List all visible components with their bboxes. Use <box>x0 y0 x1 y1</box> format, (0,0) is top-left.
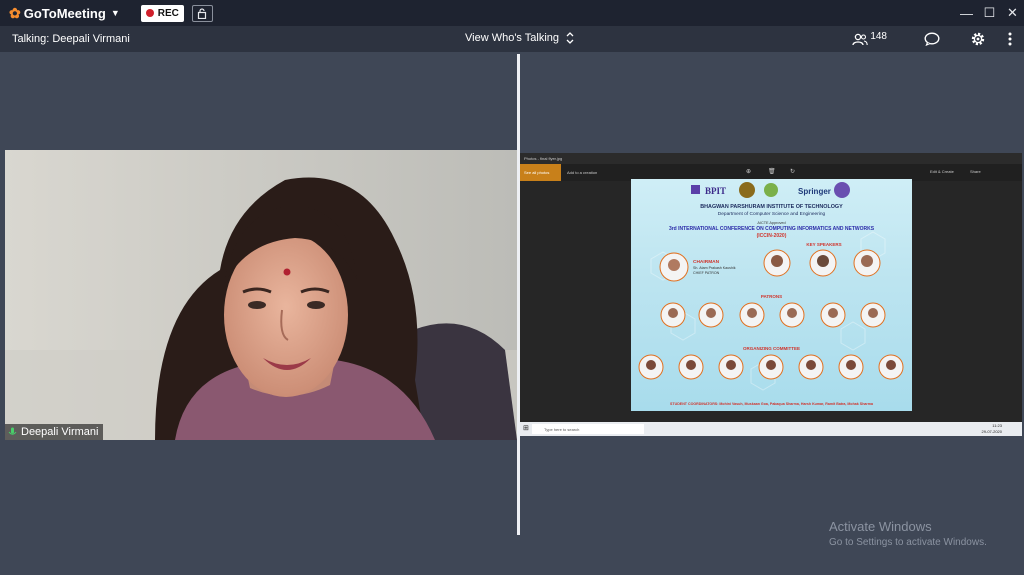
app-name: GoToMeeting <box>23 5 106 21</box>
flyer-acronym: (ICCIN-2020) <box>757 233 787 239</box>
flyer-publisher: Springer <box>798 187 831 196</box>
participant-name: Deepali Virmani <box>21 426 99 438</box>
window-controls: — ☐ ✕ <box>955 0 1024 26</box>
edit-create-button[interactable]: Edit & Create <box>930 169 954 174</box>
attendees-button[interactable]: 148 <box>852 30 887 46</box>
activate-windows-watermark: Activate Windows Go to Settings to activ… <box>829 519 987 548</box>
flyer-key-speakers: KEY SPEAKERS <box>806 242 841 247</box>
add-to-creation-button[interactable]: Add to a creation <box>567 170 597 175</box>
windows-taskbar: ⊞ Type here to search 11:23 29-07-2020 <box>520 422 1022 436</box>
record-dot-icon <box>145 9 154 17</box>
speaking-mic-icon <box>8 427 17 435</box>
maximize-icon[interactable]: ☐ <box>978 0 1001 26</box>
flyer-graphic: BPIT Springer BHAGWAN PARSHURAM INSTITUT… <box>638 182 904 406</box>
flyer-department: Department of Computer Science and Engin… <box>718 211 826 217</box>
people-icon <box>852 33 869 45</box>
title-bar: ✿ GoToMeeting ▼ REC — ☐ ✕ <box>0 0 1024 26</box>
flyer-brand: BPIT <box>705 186 726 196</box>
flyer-chairman: CHAIRMAN <box>693 259 720 265</box>
lock-icon <box>198 7 207 19</box>
more-vertical-icon <box>1008 32 1012 46</box>
conference-flyer: BPIT Springer BHAGWAN PARSHURAM INSTITUT… <box>631 179 912 411</box>
minimize-icon[interactable]: — <box>955 0 978 26</box>
flyer-student-coordinators: STUDENT COORDINATORS: Mohini Vasuh, Musk… <box>670 402 874 406</box>
view-whos-talking-dropdown[interactable]: View Who's Talking <box>465 32 574 44</box>
flyer-chief-patron: CHIEF PATRON <box>693 271 720 275</box>
view-whos-talking-label: View Who's Talking <box>465 32 560 44</box>
see-all-photos-button[interactable]: See all photos <box>520 164 561 181</box>
share-button[interactable]: Share <box>970 169 981 174</box>
activate-windows-subtitle: Go to Settings to activate Windows. <box>829 537 987 548</box>
delete-icon[interactable]: 🗑 <box>768 168 776 175</box>
screen-share-view[interactable]: Photos - final flyer.jpg See all photos … <box>520 153 1022 436</box>
chevron-down-icon: ▼ <box>110 8 120 18</box>
meeting-stage: Deepali Virmani Photos - final flyer.jpg… <box>0 52 1024 575</box>
sort-updown-icon <box>566 32 574 44</box>
taskbar-time: 11:23 <box>992 423 1002 428</box>
webcam-video-frame <box>5 150 517 440</box>
taskbar-search[interactable]: Type here to search <box>532 424 644 434</box>
meeting-info-bar: Talking: Deepali Virmani View Who's Talk… <box>0 26 1024 52</box>
activate-windows-title: Activate Windows <box>829 519 932 534</box>
close-icon[interactable]: ✕ <box>1001 0 1024 26</box>
gotomeeting-logo-icon: ✿ <box>9 4 21 21</box>
flyer-approved: AICTE Approved <box>757 221 785 225</box>
rotate-icon[interactable]: ↻ <box>790 168 795 175</box>
flyer-organizing-committee: ORGANIZING COMMITTEE <box>743 346 800 351</box>
gear-icon <box>971 32 985 46</box>
more-options-button[interactable] <box>1008 32 1012 46</box>
talking-indicator: Talking: Deepali Virmani <box>12 33 130 45</box>
lock-meeting-button[interactable] <box>191 4 213 22</box>
taskbar-date: 29-07-2020 <box>981 429 1002 434</box>
settings-button[interactable] <box>970 31 986 47</box>
flyer-conference: 3rd INTERNATIONAL CONFERENCE ON COMPUTIN… <box>669 226 875 232</box>
participant-name-tag: Deepali Virmani <box>5 424 104 440</box>
app-menu-button[interactable]: ✿ GoToMeeting ▼ <box>9 5 120 22</box>
photos-window-title: Photos - final flyer.jpg <box>520 153 1022 164</box>
zoom-icon[interactable]: ⊕ <box>746 168 751 175</box>
flyer-institute: BHAGWAN PARSHURAM INSTITUTE OF TECHNOLOG… <box>700 204 843 210</box>
chat-icon <box>924 32 940 46</box>
rec-button[interactable]: REC <box>140 4 184 22</box>
chat-button[interactable] <box>924 32 940 46</box>
flyer-patrons: PATRONS <box>761 294 782 299</box>
flyer-chairman-name: Sh. Atam Prakash Kaushik <box>693 266 736 270</box>
rec-label: REC <box>157 7 179 19</box>
webcam-video-tile[interactable] <box>5 150 517 440</box>
windows-start-icon[interactable]: ⊞ <box>523 424 529 432</box>
attendee-count: 148 <box>870 30 887 42</box>
toolbar: 148 <box>852 26 1024 52</box>
